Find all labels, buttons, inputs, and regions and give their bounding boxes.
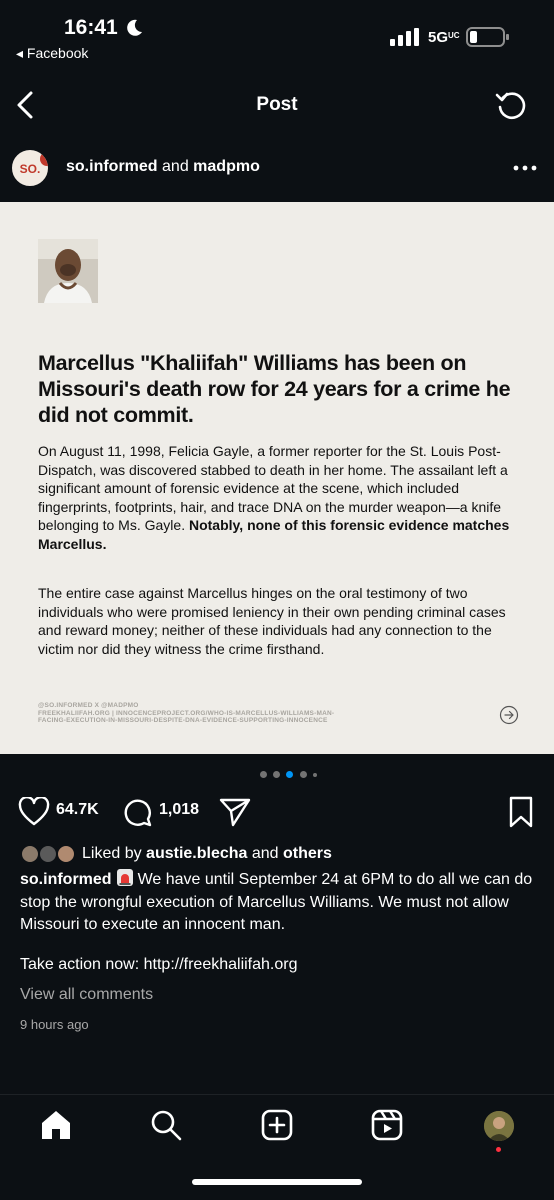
- bottom-tab-bar: [0, 1094, 554, 1200]
- carousel-indicator: [260, 770, 320, 780]
- caption-cta[interactable]: Take action now: http://freekhaliifah.or…: [20, 956, 298, 974]
- reels-icon[interactable]: [371, 1109, 403, 1141]
- home-icon[interactable]: [40, 1109, 72, 1141]
- carousel-dot-active: [286, 771, 293, 778]
- back-to-app-link[interactable]: ◂ Facebook: [16, 45, 88, 62]
- post-author-row: SO. so.informed and madpmo: [0, 144, 554, 194]
- author-primary[interactable]: so.informed: [66, 158, 158, 175]
- liker-avatar: [56, 844, 76, 864]
- post-caption: so.informed We have until September 24 a…: [20, 869, 536, 937]
- comment-icon[interactable]: [122, 797, 152, 827]
- card-credits: @SO.INFORMED X @MADPMO FREEKHALIIFAH.ORG…: [38, 702, 335, 724]
- heart-icon[interactable]: [18, 797, 50, 827]
- carousel-dot: [313, 772, 317, 777]
- carousel-dot: [273, 771, 280, 778]
- create-icon[interactable]: [261, 1109, 293, 1141]
- post-image-card[interactable]: Marcellus "Khaliifah" Williams has been …: [0, 202, 554, 754]
- liked-by-row[interactable]: Liked by austie.blecha and others: [20, 842, 540, 866]
- liked-by-text: Liked by austie.blecha and others: [82, 845, 332, 862]
- status-bar: 16:41 ◂ Facebook 5GUC: [0, 0, 554, 70]
- more-icon[interactable]: [512, 158, 538, 178]
- carousel-dot: [300, 771, 307, 778]
- portrait-photo: [38, 239, 98, 303]
- post-header: Post: [0, 80, 554, 130]
- like-count[interactable]: 64.7K: [56, 801, 99, 819]
- view-all-comments-link[interactable]: View all comments: [20, 986, 153, 1004]
- siren-icon: [116, 869, 133, 886]
- avatar-label: SO.: [19, 162, 41, 176]
- carousel-dot: [260, 771, 267, 778]
- refresh-icon[interactable]: [494, 88, 528, 122]
- liked-by-others[interactable]: others: [283, 845, 332, 862]
- notification-dot: [496, 1147, 501, 1152]
- bookmark-icon[interactable]: [508, 796, 534, 828]
- card-headline: Marcellus "Khaliifah" Williams has been …: [38, 351, 511, 427]
- network-label: 5GUC: [428, 29, 460, 46]
- page-title: Post: [256, 94, 298, 115]
- liker-avatar: [20, 844, 40, 864]
- post-timestamp: 9 hours ago: [20, 1017, 89, 1032]
- home-indicator: [192, 1179, 362, 1185]
- author-secondary[interactable]: madpmo: [193, 158, 260, 175]
- action-bar: 64.7K 1,018: [0, 792, 554, 832]
- author-joiner: and: [162, 158, 189, 175]
- share-icon[interactable]: [219, 797, 251, 827]
- moon-icon: [127, 19, 142, 36]
- card-paragraph-2: The entire case against Marcellus hinges…: [38, 585, 506, 657]
- signal-icon: [390, 28, 419, 46]
- comment-count[interactable]: 1,018: [159, 801, 199, 819]
- avatar[interactable]: SO.: [10, 148, 50, 188]
- liker-avatar: [38, 844, 58, 864]
- arrow-right-circle-icon[interactable]: [499, 705, 519, 725]
- battery-icon: [466, 27, 509, 47]
- liked-by-user[interactable]: austie.blecha: [146, 845, 247, 862]
- card-paragraph-1: On August 11, 1998, Felicia Gayle, a for…: [38, 443, 510, 552]
- profile-avatar[interactable]: [484, 1111, 514, 1141]
- search-icon[interactable]: [150, 1109, 182, 1141]
- status-time: 16:41: [64, 16, 118, 39]
- author-names: so.informed and madpmo: [66, 158, 260, 176]
- caption-user[interactable]: so.informed: [20, 871, 112, 888]
